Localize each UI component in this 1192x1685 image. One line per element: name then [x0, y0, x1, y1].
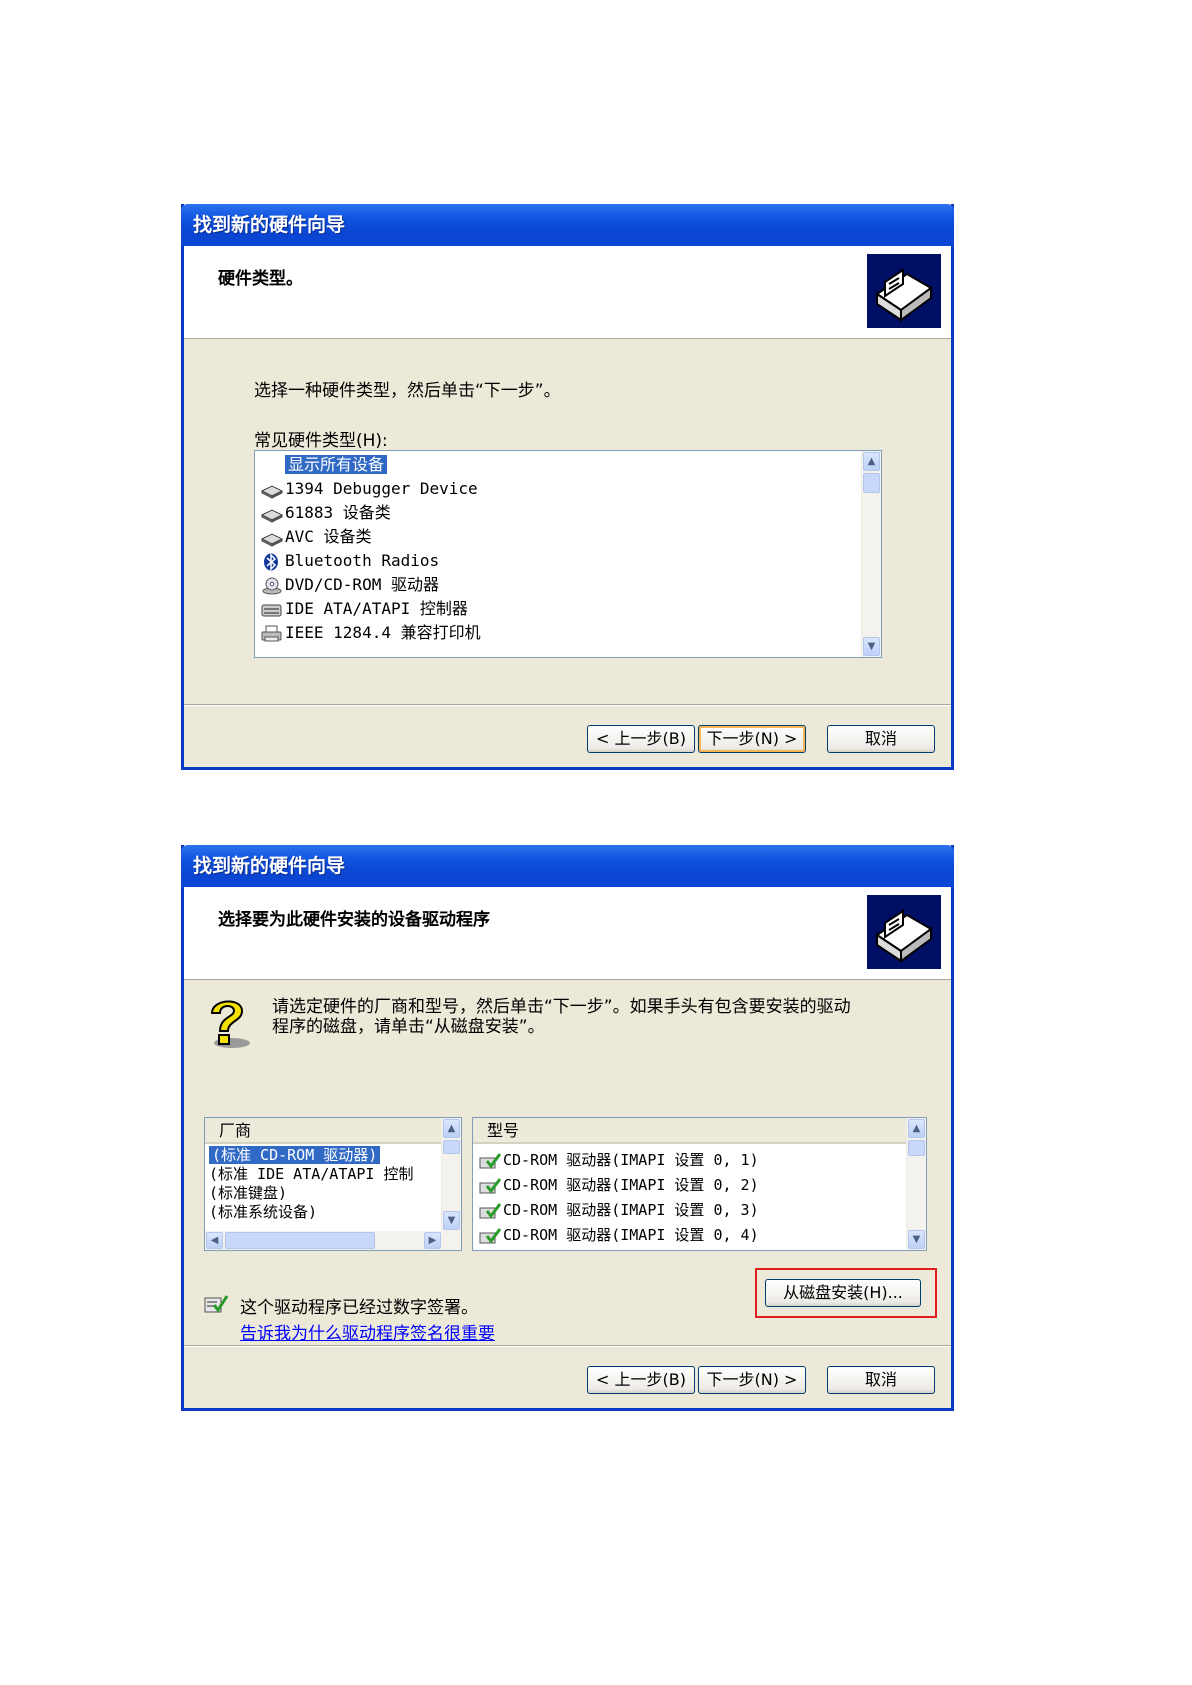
- model-item-label: CD-ROM 驱动器(IMAPI 设置 0, 1): [503, 1151, 759, 1169]
- list-label: 常见硬件类型(H):: [254, 431, 388, 451]
- model-item-label: CD-ROM 驱动器(IMAPI 设置 0, 3): [503, 1201, 759, 1219]
- scroll-thumb[interactable]: [908, 1140, 925, 1156]
- scroll-right-button[interactable]: ▶: [424, 1232, 441, 1249]
- manufacturer-item[interactable]: (标准 CD-ROM 驱动器): [209, 1146, 381, 1165]
- scroll-down-button[interactable]: ▼: [908, 1230, 925, 1249]
- signed-status-text: 这个驱动程序已经过数字签署。: [240, 1298, 478, 1318]
- printer-icon: [261, 625, 283, 643]
- model-item-label: CD-ROM 驱动器(IMAPI 设置 0, 4): [503, 1226, 759, 1244]
- instruction-text: 选择一种硬件类型，然后单击“下一步”。: [254, 381, 561, 401]
- list-item-label: Bluetooth Radios: [285, 551, 440, 570]
- model-list[interactable]: 型号 CD-ROM 驱动器(IMAPI 设置 0, 1) CD-ROM 驱动器(I…: [472, 1117, 927, 1251]
- manufacturer-list[interactable]: 厂商 (标准 CD-ROM 驱动器) (标准 IDE ATA/ATAPI 控制 (标…: [204, 1117, 462, 1251]
- vertical-scrollbar[interactable]: ▲ ▼: [861, 451, 881, 657]
- wizard-header: 选择要为此硬件安装的设备驱动程序: [184, 887, 951, 980]
- scroll-thumb[interactable]: [225, 1232, 375, 1249]
- signed-driver-icon: [479, 1177, 502, 1195]
- scroll-down-button[interactable]: ▼: [443, 1211, 460, 1230]
- back-button[interactable]: < 上一步(B): [587, 725, 695, 753]
- list-item[interactable]: Bluetooth Radios: [261, 549, 439, 573]
- hardware-type-wizard-dialog: 找到新的硬件向导 硬件类型。 选择一种硬件类型，然后单击“下一步”。 常见硬件类…: [181, 204, 954, 770]
- list-item[interactable]: IDE ATA/ATAPI 控制器: [261, 597, 468, 621]
- signed-driver-icon: [479, 1202, 502, 1220]
- window-title: 找到新的硬件向导: [181, 845, 954, 887]
- manufacturer-item[interactable]: (标准系统设备): [209, 1203, 317, 1222]
- cdrom-icon: [261, 577, 283, 595]
- instruction-text-line1: 请选定硬件的厂商和型号，然后单击“下一步”。如果手头有包含要安装的驱动: [272, 997, 851, 1017]
- divider: [184, 1345, 951, 1347]
- list-item[interactable]: AVC 设备类: [260, 525, 372, 549]
- hardware-wizard-icon: [867, 895, 941, 969]
- hardware-type-list[interactable]: 显示所有设备 1394 Debugger Device 61883 设备类 AVC 设…: [254, 450, 882, 658]
- horizontal-scrollbar[interactable]: ◀ ▶: [205, 1231, 461, 1250]
- device-icon: [260, 505, 284, 523]
- model-item[interactable]: CD-ROM 驱动器(IMAPI 设置 0, 2): [479, 1173, 759, 1197]
- list-item-label: IEEE 1284.4 兼容打印机: [285, 623, 481, 642]
- device-icon: [260, 481, 284, 499]
- scroll-up-button[interactable]: ▲: [908, 1119, 925, 1138]
- back-button[interactable]: < 上一步(B): [587, 1366, 695, 1394]
- model-column-header: 型号: [473, 1118, 908, 1144]
- blank-icon: [261, 457, 283, 475]
- scroll-thumb[interactable]: [863, 473, 880, 493]
- scroll-left-button[interactable]: ◀: [206, 1232, 223, 1249]
- manufacturer-item[interactable]: (标准 IDE ATA/ATAPI 控制: [209, 1165, 414, 1184]
- list-item-label: 1394 Debugger Device: [285, 479, 478, 498]
- model-item[interactable]: CD-ROM 驱动器(IMAPI 设置 0, 1): [479, 1148, 759, 1172]
- signed-driver-icon: [479, 1227, 502, 1245]
- driver-signing-link[interactable]: 告诉我为什么驱动程序签名很重要: [240, 1319, 495, 1344]
- scroll-up-button[interactable]: ▲: [443, 1119, 460, 1138]
- page-title: 硬件类型。: [218, 269, 303, 289]
- hardware-wizard-icon: [867, 254, 941, 328]
- manufacturer-item-label: (标准键盘): [209, 1184, 288, 1202]
- list-item-label: AVC 设备类: [285, 527, 372, 546]
- list-item-label: DVD/CD-ROM 驱动器: [285, 575, 439, 594]
- vertical-scrollbar[interactable]: ▲ ▼: [906, 1118, 926, 1250]
- cancel-button[interactable]: 取消: [827, 725, 935, 753]
- vertical-scrollbar[interactable]: ▲ ▼: [441, 1118, 461, 1231]
- next-button[interactable]: 下一步(N) >: [698, 1366, 806, 1394]
- scroll-up-button[interactable]: ▲: [863, 452, 880, 471]
- question-mark-icon: [204, 995, 254, 1051]
- have-disk-button[interactable]: 从磁盘安装(H)...: [765, 1279, 921, 1307]
- scroll-thumb[interactable]: [443, 1140, 460, 1154]
- cancel-button[interactable]: 取消: [827, 1366, 935, 1394]
- model-item[interactable]: CD-ROM 驱动器(IMAPI 设置 0, 3): [479, 1198, 759, 1222]
- page-title: 选择要为此硬件安装的设备驱动程序: [218, 910, 490, 930]
- ide-controller-icon: [261, 601, 283, 619]
- manufacturer-column-header: 厂商: [205, 1118, 443, 1144]
- next-button[interactable]: 下一步(N) >: [698, 725, 806, 753]
- bluetooth-icon: [261, 552, 283, 571]
- list-item[interactable]: IEEE 1284.4 兼容打印机: [261, 621, 481, 645]
- divider: [184, 704, 951, 706]
- list-item[interactable]: 1394 Debugger Device: [260, 477, 478, 501]
- signed-driver-icon: [204, 1293, 229, 1315]
- list-item[interactable]: 显示所有设备: [261, 453, 388, 477]
- list-item-label: IDE ATA/ATAPI 控制器: [285, 599, 468, 618]
- manufacturer-item-label: (标准 IDE ATA/ATAPI 控制: [209, 1165, 414, 1183]
- instruction-text-line2: 程序的磁盘，请单击“从磁盘安装”。: [272, 1017, 545, 1037]
- model-item-label: CD-ROM 驱动器(IMAPI 设置 0, 2): [503, 1176, 759, 1194]
- manufacturer-item-label: (标准 CD-ROM 驱动器): [209, 1146, 381, 1164]
- list-item[interactable]: DVD/CD-ROM 驱动器: [261, 573, 439, 597]
- signed-driver-icon: [479, 1152, 502, 1170]
- scroll-down-button[interactable]: ▼: [863, 637, 880, 656]
- model-item[interactable]: CD-ROM 驱动器(IMAPI 设置 0, 4): [479, 1223, 759, 1247]
- list-item-label: 显示所有设备: [285, 455, 388, 474]
- list-item-label: 61883 设备类: [285, 503, 391, 522]
- manufacturer-item[interactable]: (标准键盘): [209, 1184, 287, 1203]
- device-icon: [260, 529, 284, 547]
- window-title: 找到新的硬件向导: [181, 204, 954, 246]
- select-driver-wizard-dialog: 找到新的硬件向导 选择要为此硬件安装的设备驱动程序 请选定硬件的厂商和型号，然后…: [181, 845, 954, 1411]
- wizard-header: 硬件类型。: [184, 246, 951, 339]
- manufacturer-item-label: (标准系统设备): [209, 1203, 318, 1221]
- list-item[interactable]: 61883 设备类: [260, 501, 391, 525]
